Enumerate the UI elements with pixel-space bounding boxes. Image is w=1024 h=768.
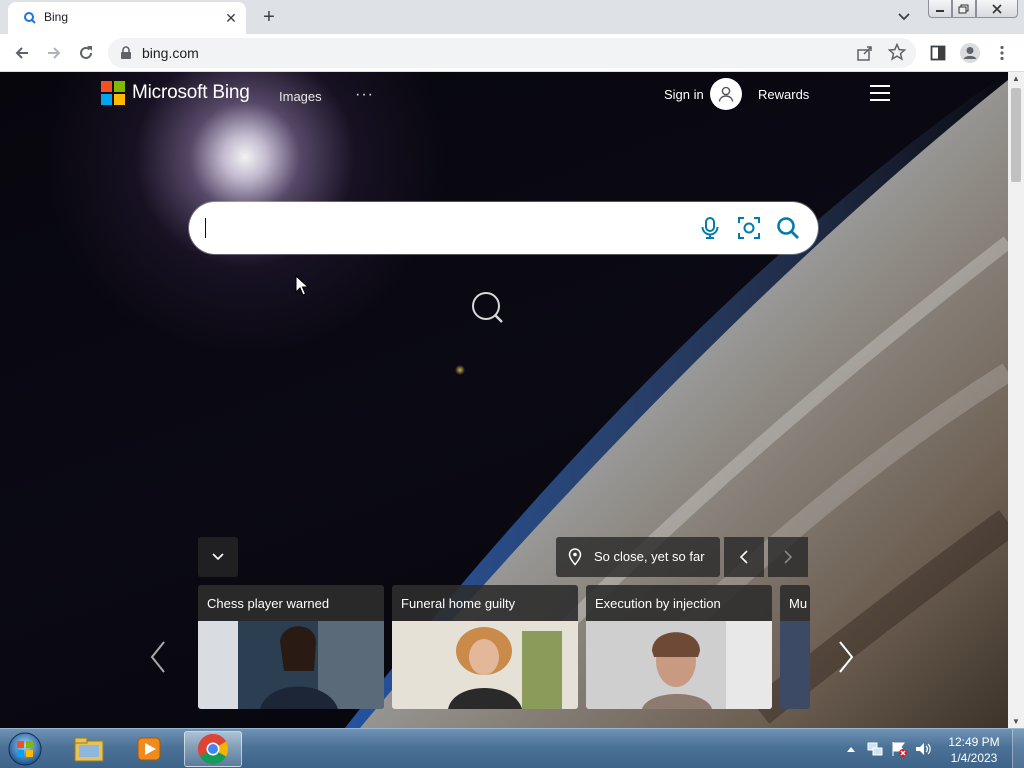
location-label: So close, yet so far (594, 549, 705, 564)
close-window-button[interactable] (976, 0, 1018, 18)
chrome-icon (197, 734, 229, 765)
show-desktop-button[interactable] (1012, 729, 1024, 768)
visual-search-icon[interactable] (736, 215, 762, 241)
collapse-feed-button[interactable] (198, 537, 238, 577)
close-icon (992, 3, 1002, 14)
bing-logo[interactable]: Microsoft Bing (101, 81, 250, 105)
news-card-title: Funeral home guilty (392, 585, 578, 621)
news-card-title: Chess player warned (198, 585, 384, 621)
news-card[interactable]: Funeral home guilty (392, 585, 578, 709)
mouse-cursor-icon (295, 275, 309, 296)
bing-search-icon (24, 12, 36, 24)
minimize-window-button[interactable] (928, 0, 952, 18)
browser-tab[interactable]: Bing ✕ (8, 2, 246, 34)
taskbar-chrome-button[interactable] (184, 731, 242, 767)
screen: Bing ✕ + bing.com Microsoft Bing Images … (0, 0, 1024, 768)
avatar[interactable] (710, 78, 742, 110)
sign-in-link[interactable]: Sign in (664, 87, 704, 102)
chevron-left-icon (739, 550, 748, 564)
image-location-info[interactable]: So close, yet so far (556, 537, 720, 577)
next-image-button[interactable] (768, 537, 808, 577)
taskbar-media-player-button[interactable] (120, 731, 178, 767)
back-button[interactable] (10, 41, 34, 65)
forward-icon (48, 47, 61, 59)
show-hidden-icons-icon[interactable] (846, 745, 856, 753)
search-box[interactable] (189, 202, 818, 254)
network-icon[interactable] (866, 741, 884, 757)
chrome-menu-button[interactable] (990, 41, 1014, 65)
news-card[interactable]: Mu (780, 585, 810, 709)
hamburger-menu-icon[interactable] (870, 85, 890, 101)
side-panel-button[interactable] (926, 41, 950, 65)
browser-toolbar: bing.com (0, 34, 1024, 72)
star-icon[interactable] (888, 43, 906, 61)
previous-image-button[interactable] (724, 537, 764, 577)
carousel-right-icon[interactable] (836, 640, 856, 674)
microsoft-logo-icon (101, 81, 125, 105)
scroll-up-icon[interactable]: ▲ (1012, 74, 1020, 83)
profile-button[interactable] (958, 41, 982, 65)
rewards-link[interactable]: Rewards (758, 87, 809, 102)
news-card-image (392, 621, 578, 709)
clock-date: 1/4/2023 (950, 751, 998, 765)
restore-icon (958, 4, 969, 13)
nav-images-link[interactable]: Images (279, 89, 322, 104)
menu-dots-icon (1000, 45, 1004, 61)
explorer-icon (74, 737, 104, 762)
news-card-title: Execution by injection (586, 585, 772, 621)
search-icon[interactable] (775, 215, 801, 241)
lock-icon[interactable] (120, 46, 132, 60)
news-card-title: Mu (780, 585, 810, 621)
share-icon[interactable] (856, 44, 874, 62)
location-pin-icon (568, 548, 582, 566)
chevron-right-icon (784, 550, 793, 564)
image-search-hint-icon[interactable] (470, 290, 504, 324)
minimize-icon (936, 9, 944, 12)
news-card-image (780, 621, 810, 709)
windows-start-icon[interactable] (6, 731, 44, 767)
reload-icon (80, 46, 92, 59)
page-viewport: Microsoft Bing Images ··· Sign in Reward… (0, 72, 1008, 728)
address-bar[interactable]: bing.com (108, 38, 916, 68)
microphone-icon[interactable] (697, 215, 723, 241)
chevron-down-icon (212, 553, 224, 561)
carousel-left-icon[interactable] (148, 640, 168, 674)
scroll-thumb[interactable] (1011, 88, 1021, 182)
news-card[interactable]: Chess player warned (198, 585, 384, 709)
clock-time: 12:49 PM (948, 735, 1000, 749)
windows-taskbar: 12:49 PM 1/4/2023 (0, 728, 1024, 768)
tab-title: Bing (44, 10, 69, 24)
taskbar-clock[interactable]: 12:49 PM 1/4/2023 (942, 734, 1006, 766)
tab-strip: Bing ✕ + (0, 0, 1024, 34)
page-scrollbar[interactable]: ▲ ▼ (1008, 72, 1024, 728)
more-menu-button[interactable]: ··· (355, 86, 374, 104)
new-tab-icon[interactable]: + (258, 6, 280, 28)
search-input[interactable] (209, 214, 689, 242)
scroll-down-icon[interactable]: ▼ (1012, 717, 1020, 726)
close-tab-icon[interactable]: ✕ (222, 9, 240, 27)
side-panel-icon (930, 45, 946, 61)
news-card-image (198, 621, 384, 709)
back-icon (15, 47, 28, 59)
news-card-image (586, 621, 772, 709)
url-text[interactable]: bing.com (142, 45, 199, 61)
bing-logo-text: Microsoft Bing (132, 82, 250, 103)
text-caret (205, 218, 206, 238)
profile-icon (960, 43, 980, 63)
news-card[interactable]: Execution by injection (586, 585, 772, 709)
taskbar-explorer-button[interactable] (60, 731, 118, 767)
forward-button[interactable] (42, 41, 66, 65)
tab-search-chevron-icon[interactable] (894, 8, 914, 26)
user-icon (718, 86, 734, 102)
action-center-flag-icon[interactable] (890, 741, 908, 757)
media-player-icon (137, 737, 161, 761)
reload-button[interactable] (74, 41, 98, 65)
volume-icon[interactable] (914, 741, 932, 757)
restore-window-button[interactable] (952, 0, 976, 18)
